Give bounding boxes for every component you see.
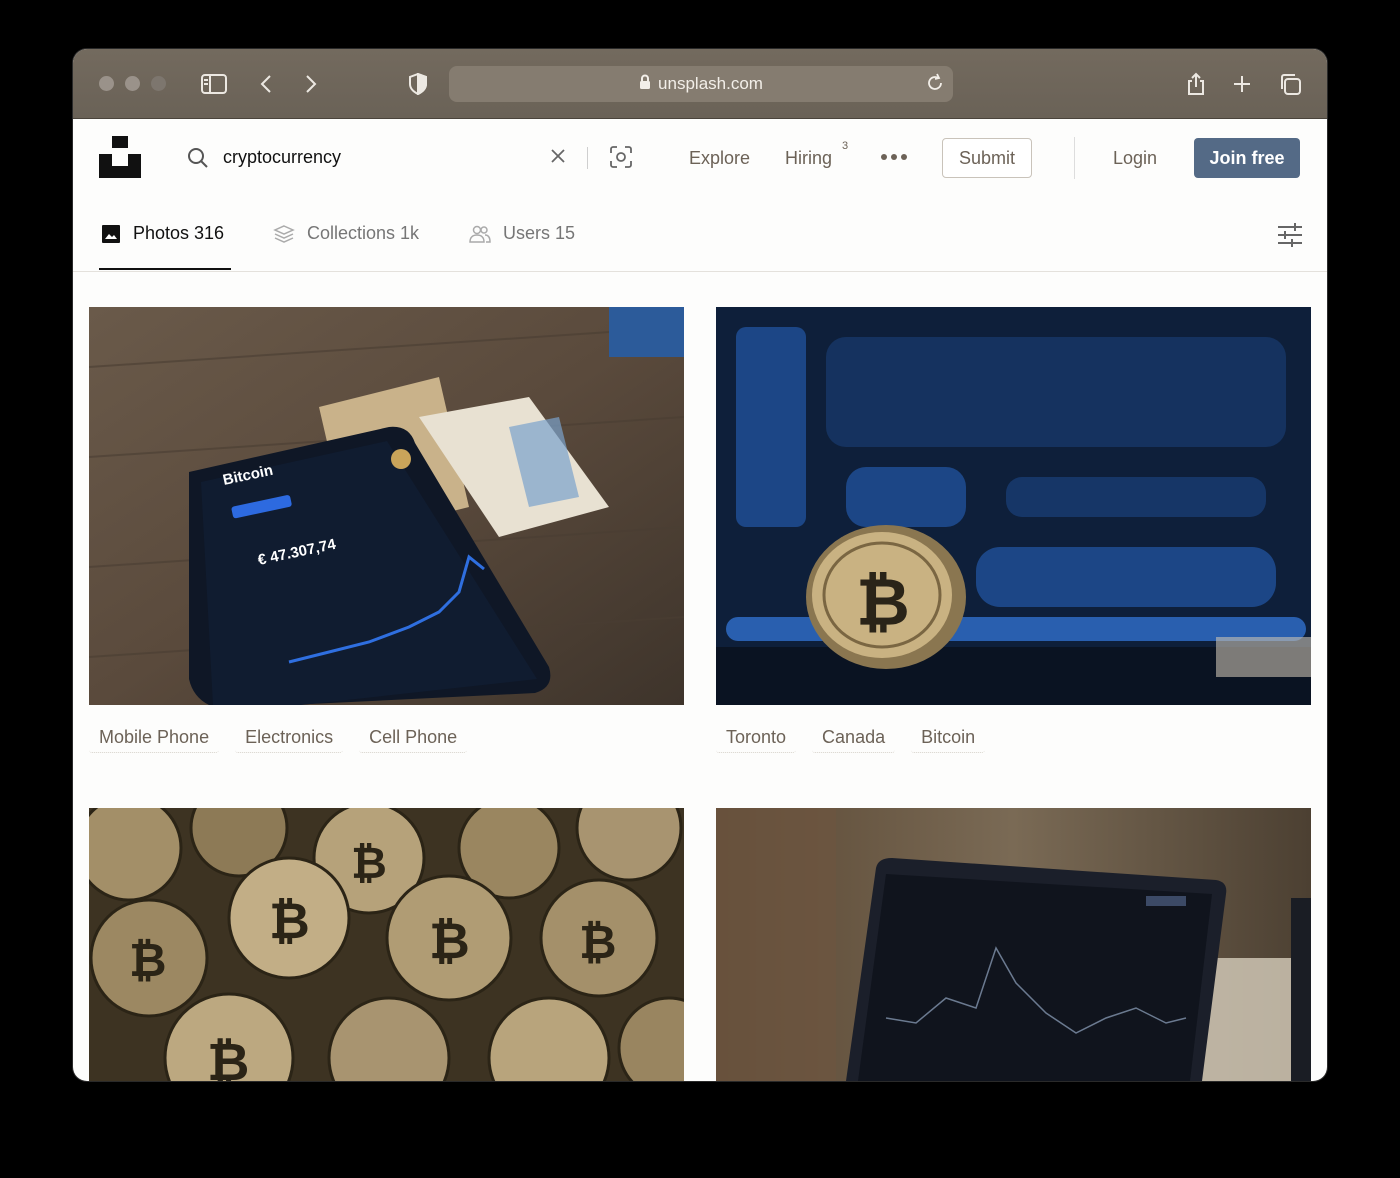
address-bar[interactable]: unsplash.com — [449, 66, 953, 102]
hiring-badge: 3 — [842, 140, 849, 152]
photo-1-tags: Mobile Phone Electronics Cell Phone — [89, 723, 468, 753]
photo-result-2[interactable]: ₿ — [716, 307, 1311, 705]
visual-search-icon[interactable] — [609, 145, 633, 174]
url-text: unsplash.com — [658, 74, 763, 93]
hiring-link[interactable]: Hiring — [785, 148, 832, 169]
tag-electronics[interactable]: Electronics — [235, 723, 344, 753]
tag-canada[interactable]: Canada — [812, 723, 896, 753]
share-icon[interactable] — [1181, 69, 1211, 99]
more-options-icon[interactable] — [881, 154, 907, 160]
forward-icon[interactable] — [296, 69, 326, 99]
photo-3-image: ₿ ₿ ₿ ₿ ₿ ₿ — [89, 808, 684, 1081]
search-tabs: Photos 316 Collections 1k Users 15 — [73, 197, 1327, 272]
reload-icon[interactable] — [925, 73, 945, 98]
login-link[interactable]: Login — [1113, 148, 1157, 169]
unsplash-logo-icon[interactable] — [99, 136, 141, 183]
tab-collections-label: Collections 1k — [307, 223, 420, 243]
photo-1-image: Bitcoin € 47.307,74 — [89, 307, 684, 705]
explore-link[interactable]: Explore — [689, 148, 750, 169]
new-tab-icon[interactable] — [1227, 69, 1257, 99]
filters-icon[interactable] — [1277, 223, 1303, 252]
submit-button[interactable]: Submit — [942, 138, 1032, 178]
search-divider — [587, 147, 588, 169]
svg-text:₿: ₿ — [351, 838, 387, 889]
svg-text:₿: ₿ — [856, 564, 910, 641]
sidebar-toggle-icon[interactable] — [199, 69, 229, 99]
svg-text:₿: ₿ — [579, 915, 617, 969]
tab-photos-label: Photos 316 — [133, 223, 225, 243]
minimize-window-button[interactable] — [125, 76, 140, 91]
back-icon[interactable] — [251, 69, 281, 99]
search-input[interactable]: cryptocurrency — [223, 147, 341, 168]
tab-photos[interactable]: Photos 316 — [101, 223, 224, 244]
photo-4-image — [716, 808, 1311, 1081]
active-tab-indicator — [99, 268, 231, 270]
search-bar[interactable]: cryptocurrency — [173, 133, 653, 181]
tab-users[interactable]: Users 15 — [469, 223, 575, 244]
users-icon — [469, 224, 491, 244]
header-divider — [1074, 137, 1075, 179]
svg-text:₿: ₿ — [269, 892, 310, 950]
close-window-button[interactable] — [99, 76, 114, 91]
site-header: cryptocurrency Explore Hiring 3 Submit L… — [73, 119, 1327, 197]
svg-text:₿: ₿ — [207, 1033, 249, 1081]
tag-mobile-phone[interactable]: Mobile Phone — [89, 723, 220, 753]
join-free-button[interactable]: Join free — [1194, 138, 1300, 178]
tab-overview-icon[interactable] — [1275, 69, 1305, 99]
privacy-shield-icon[interactable] — [403, 69, 433, 99]
photo-result-4[interactable] — [716, 808, 1311, 1081]
tab-users-label: Users 15 — [503, 223, 576, 243]
lock-icon — [639, 74, 651, 95]
clear-search-icon[interactable] — [549, 147, 567, 170]
tag-bitcoin[interactable]: Bitcoin — [911, 723, 986, 753]
image-icon — [101, 224, 121, 244]
photo-2-image: ₿ — [716, 307, 1311, 705]
photo-result-3[interactable]: ₿ ₿ ₿ ₿ ₿ ₿ — [89, 808, 684, 1081]
photo-result-1[interactable]: Bitcoin € 47.307,74 — [89, 307, 684, 705]
tab-collections[interactable]: Collections 1k — [273, 223, 419, 244]
zoom-window-button[interactable] — [151, 76, 166, 91]
svg-text:₿: ₿ — [429, 912, 470, 970]
svg-text:₿: ₿ — [129, 933, 167, 987]
collections-icon — [273, 224, 295, 244]
tag-toronto[interactable]: Toronto — [716, 723, 797, 753]
photo-2-tags: Toronto Canada Bitcoin — [716, 723, 986, 753]
search-icon[interactable] — [187, 147, 209, 174]
browser-toolbar: unsplash.com — [73, 49, 1327, 119]
browser-window: unsplash.com cryptocurrency Explore Hiri… — [73, 49, 1327, 1081]
tag-cell-phone[interactable]: Cell Phone — [359, 723, 468, 753]
